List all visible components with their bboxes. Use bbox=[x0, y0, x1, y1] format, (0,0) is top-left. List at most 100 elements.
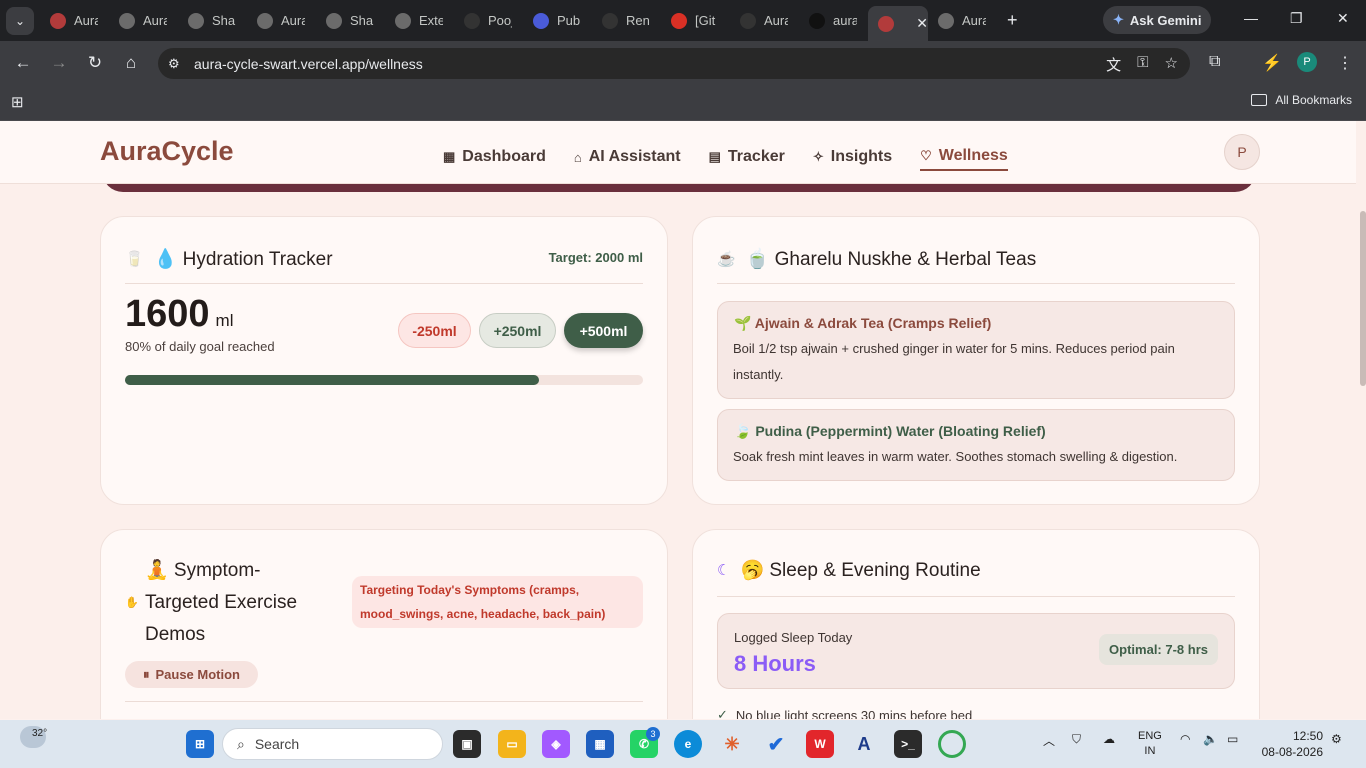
extensions-icon[interactable]: ⧉ bbox=[1209, 53, 1220, 71]
translate-icon[interactable]: 文 bbox=[1106, 54, 1121, 75]
restore-button[interactable]: ❐ bbox=[1290, 10, 1303, 27]
nav-item-insights[interactable]: ✧ Insights bbox=[813, 143, 892, 171]
chrome-icon[interactable] bbox=[938, 730, 966, 758]
tray-chevron-icon[interactable]: ︿ bbox=[1043, 732, 1055, 749]
browser-tab[interactable]: ✕ bbox=[868, 6, 928, 41]
page-content: AuraCycle ▦ Dashboard ⌂ AI Assistant ▤ Tracke… bbox=[0, 121, 1366, 719]
back-button[interactable]: ← bbox=[5, 53, 41, 73]
terminal-icon[interactable]: >_ bbox=[894, 730, 922, 758]
address-bar[interactable]: ⚙ aura-cycle-swart.vercel.app/wellness 文… bbox=[158, 48, 1190, 79]
claude-icon[interactable]: ✳ bbox=[718, 730, 746, 758]
minimize-button[interactable]: — bbox=[1244, 10, 1258, 26]
browser-tab[interactable]: Pooj bbox=[454, 6, 523, 36]
system-clock[interactable]: 12:50 08-08-2026 bbox=[1259, 728, 1323, 760]
page-scrollbar[interactable] bbox=[1360, 211, 1366, 386]
moon-icon: ☾ bbox=[717, 562, 731, 579]
divider bbox=[717, 596, 1235, 597]
nav-item-tracker[interactable]: ▤ Tracker bbox=[709, 143, 785, 171]
divider bbox=[125, 283, 643, 284]
volume-icon[interactable]: 🔈 bbox=[1203, 732, 1218, 746]
all-bookmarks-label: All Bookmarks bbox=[1275, 93, 1352, 107]
new-tab-button[interactable]: + bbox=[1007, 10, 1018, 31]
browser-tab[interactable]: Shar bbox=[178, 6, 247, 36]
task-view-icon[interactable]: ▣ bbox=[453, 730, 481, 758]
taskbar-search[interactable]: ⌕ Search bbox=[222, 728, 443, 760]
edge-icon[interactable]: e bbox=[674, 730, 702, 758]
vpn-icon[interactable]: ⛉ bbox=[1072, 732, 1081, 747]
ask-gemini-button[interactable]: ✦ Ask Gemini bbox=[1103, 6, 1211, 34]
profile-avatar[interactable]: P bbox=[1297, 52, 1317, 72]
browser-tab[interactable]: Aura bbox=[730, 6, 799, 36]
apps-grid-icon[interactable]: ⊞ bbox=[11, 93, 24, 111]
browser-tab[interactable]: Exte bbox=[385, 6, 454, 36]
battery-icon[interactable]: ▭ bbox=[1227, 732, 1238, 746]
browser-tab[interactable]: [Git bbox=[661, 6, 730, 36]
password-key-icon[interactable]: ⚿ bbox=[1137, 54, 1148, 75]
language-indicator[interactable]: ENG IN bbox=[1138, 729, 1162, 759]
user-avatar[interactable]: P bbox=[1224, 134, 1260, 170]
calendar-icon: ▤ bbox=[708, 149, 721, 164]
store-icon[interactable]: ▦ bbox=[586, 730, 614, 758]
weather-temp: 32° bbox=[32, 728, 48, 739]
browser-tab[interactable]: Aura bbox=[40, 6, 109, 36]
url-text[interactable]: aura-cycle-swart.vercel.app/wellness bbox=[194, 56, 423, 72]
browser-tab[interactable]: Rend bbox=[592, 6, 661, 36]
water-amount-value: 1600 bbox=[125, 293, 210, 335]
plus-250-button[interactable]: +250ml bbox=[479, 313, 556, 348]
home-button[interactable]: ⌂ bbox=[113, 53, 149, 73]
all-bookmarks-button[interactable]: All Bookmarks bbox=[1251, 93, 1352, 107]
copilot-icon[interactable]: ◈ bbox=[542, 730, 570, 758]
browser-tab[interactable]: aura bbox=[799, 6, 868, 36]
sleep-card: ☾ 🥱 Sleep & Evening Routine Logged Sleep… bbox=[692, 529, 1260, 719]
hydration-title-text: 💧 Hydration Tracker bbox=[153, 249, 333, 270]
language-code: ENG bbox=[1138, 730, 1162, 742]
tab-title: Rend bbox=[626, 13, 650, 28]
tab-favicon-icon bbox=[809, 12, 825, 29]
close-tab-icon[interactable]: ✕ bbox=[916, 15, 928, 32]
nav-item-dashboard[interactable]: ▦ Dashboard bbox=[443, 143, 546, 171]
tab-title: Pooj bbox=[488, 13, 512, 28]
close-window-button[interactable]: ✕ bbox=[1337, 10, 1349, 27]
sleep-log-box: Logged Sleep Today 8 Hours Optimal: 7-8 … bbox=[717, 613, 1235, 689]
todo-icon[interactable]: ✔ bbox=[762, 730, 790, 758]
bookmarks-bar: ⊞ All Bookmarks bbox=[0, 85, 1366, 121]
tab-search-button[interactable]: ⌄ bbox=[6, 6, 34, 35]
tab-favicon-icon bbox=[50, 12, 66, 29]
browser-tab[interactable]: Aura bbox=[247, 6, 316, 36]
app-logo[interactable]: AuraCycle bbox=[100, 136, 234, 167]
reload-button[interactable]: ↻ bbox=[77, 53, 113, 73]
browser-tab[interactable]: Aura bbox=[928, 6, 997, 36]
plus-500-button[interactable]: +500ml bbox=[564, 313, 643, 348]
site-info-icon[interactable]: ⚙ bbox=[168, 56, 188, 72]
wifi-icon[interactable]: ◠ bbox=[1180, 732, 1190, 746]
menu-kebab-icon[interactable]: ⋮ bbox=[1337, 53, 1353, 73]
file-explorer-icon[interactable]: ▭ bbox=[498, 730, 526, 758]
pause-motion-button[interactable]: ⏸ Pause Motion bbox=[125, 661, 258, 688]
goal-progress-text: 80% of daily goal reached bbox=[125, 339, 275, 354]
tab-title: Shar bbox=[350, 13, 374, 28]
cup-icon: 🥛 bbox=[125, 251, 144, 268]
browser-tab[interactable]: Publ bbox=[523, 6, 592, 36]
exercise-card: ✋ 🧘 Symptom- Targeted Exercise Demos Tar… bbox=[100, 529, 668, 719]
bookmark-star-icon[interactable]: ☆ bbox=[1165, 54, 1178, 75]
remedy-desc: Soak fresh mint leaves in warm water. So… bbox=[733, 449, 1178, 464]
browser-tab[interactable]: Aura bbox=[109, 6, 178, 36]
forward-button[interactable]: → bbox=[41, 53, 77, 73]
notification-icon[interactable]: ⚙ bbox=[1331, 732, 1342, 746]
onedrive-icon[interactable]: ☁ bbox=[1103, 732, 1115, 746]
app-a-icon[interactable]: A bbox=[850, 730, 878, 758]
performance-icon[interactable]: ⚡ bbox=[1262, 53, 1282, 73]
minus-250-button[interactable]: -250ml bbox=[398, 313, 471, 348]
nav-item-ai-assistant[interactable]: ⌂ AI Assistant bbox=[574, 143, 681, 171]
nav-item-label: Wellness bbox=[938, 147, 1008, 164]
browser-tab[interactable]: Shar bbox=[316, 6, 385, 36]
search-icon: ⌕ bbox=[237, 735, 245, 752]
pause-icon: ⏸ bbox=[142, 666, 150, 682]
windows-start-icon[interactable]: ⊞ bbox=[186, 730, 214, 758]
clock-time: 12:50 bbox=[1292, 729, 1323, 743]
wps-icon[interactable]: W bbox=[806, 730, 834, 758]
tab-favicon-icon bbox=[671, 12, 687, 29]
exercise-title-line: 🧘 Symptom- bbox=[145, 560, 261, 581]
nav-item-wellness[interactable]: ♡ Wellness bbox=[920, 143, 1008, 171]
tab-favicon-icon bbox=[326, 12, 342, 29]
